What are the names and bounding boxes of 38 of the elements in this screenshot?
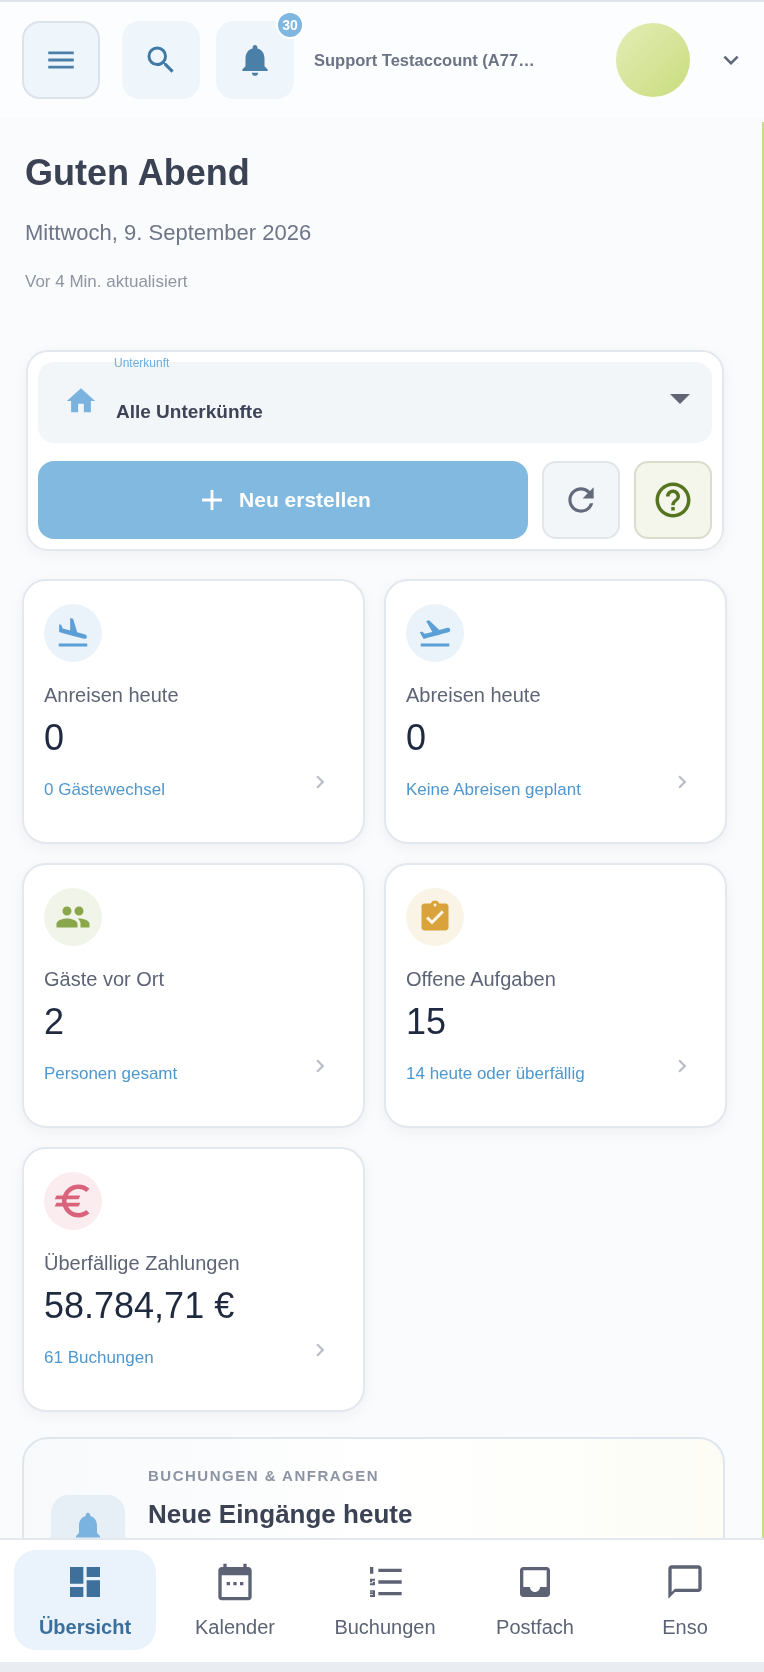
stat-label: Gäste vor Ort bbox=[44, 968, 166, 991]
stat-label: Anreisen heute bbox=[44, 684, 180, 707]
stat-card[interactable]: Überfällige Zahlungen 58.784,71 € 61 Buchungen bbox=[22, 1147, 365, 1412]
nav-tab[interactable]: Enso bbox=[614, 1550, 756, 1650]
stat-label: Abreisen heute bbox=[406, 684, 542, 707]
stat-detail: 14 heute oder überfällig bbox=[406, 1064, 585, 1084]
notification-count: 30 bbox=[276, 11, 304, 39]
stat-detail: Keine Abreisen geplant bbox=[406, 780, 581, 800]
stat-value: 15 bbox=[406, 1001, 448, 1043]
stat-card[interactable]: Anreisen heute 0 0 Gästewechsel bbox=[22, 579, 365, 844]
stat-card[interactable]: Gäste vor Ort 2 Personen gesamt bbox=[22, 863, 365, 1128]
stat-detail: Personen gesamt bbox=[44, 1064, 178, 1084]
stat-label: Offene Aufgaben bbox=[406, 968, 557, 991]
stat-value: 2 bbox=[44, 1001, 66, 1043]
stat-card[interactable]: Abreisen heute 0 Keine Abreisen geplant bbox=[384, 579, 727, 844]
nav-tab[interactable]: Buchungen bbox=[314, 1550, 456, 1650]
nav-tab[interactable]: Postfach bbox=[464, 1550, 606, 1650]
stat-detail: 61 Buchungen bbox=[44, 1348, 154, 1368]
refresh-button[interactable] bbox=[542, 461, 620, 539]
dropdown-caret-icon bbox=[670, 393, 690, 404]
nav-tab[interactable]: Kalender bbox=[164, 1550, 306, 1650]
stat-card[interactable]: Offene Aufgaben 15 14 heute oder überfällig bbox=[384, 863, 727, 1128]
stat-label: Überfällige Zahlungen bbox=[44, 1252, 241, 1275]
section-eyebrow: BUCHUNGEN & ANFRAGEN bbox=[148, 1467, 380, 1484]
nav-tab[interactable]: Übersicht bbox=[14, 1550, 156, 1650]
stat-value: 58.784,71 € bbox=[44, 1285, 236, 1327]
greeting-title: Guten Abend bbox=[25, 152, 251, 194]
stat-value: 0 bbox=[44, 717, 66, 759]
date-text: Mittwoch, 9. September 2026 bbox=[25, 220, 313, 246]
menu-button[interactable] bbox=[22, 21, 100, 99]
stat-value: 0 bbox=[406, 717, 428, 759]
stat-detail: 0 Gästewechsel bbox=[44, 780, 165, 800]
updated-text: Vor 4 Min. aktualisiert bbox=[25, 272, 189, 292]
section-title: Neue Eingänge heute bbox=[148, 1499, 413, 1530]
calendar-icon bbox=[215, 1561, 255, 1602]
account-name[interactable]: Support Testaccount (A77… bbox=[314, 50, 600, 70]
help-button[interactable] bbox=[634, 461, 712, 539]
search-button[interactable] bbox=[122, 21, 200, 99]
